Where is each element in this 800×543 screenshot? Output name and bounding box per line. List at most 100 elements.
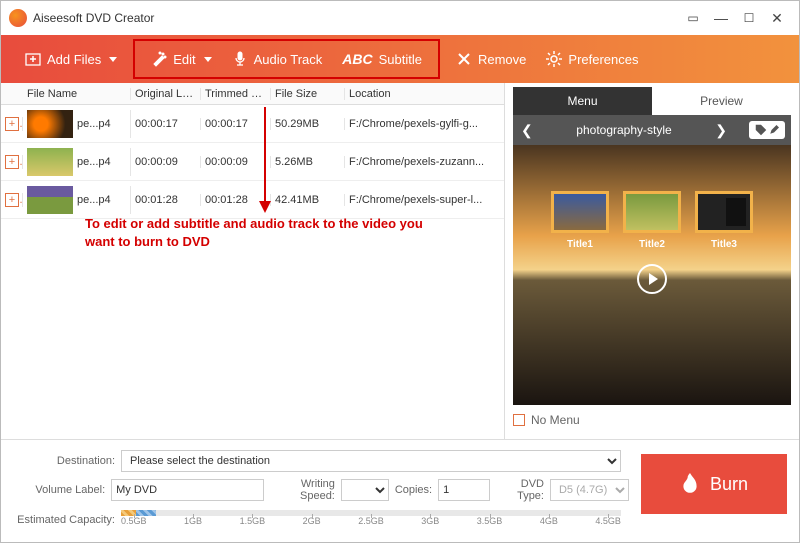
tag-icon [755, 124, 767, 136]
thumbnail [27, 110, 73, 138]
pencil-icon [769, 125, 779, 135]
bottom-panel: Destination: Please select the destinati… [1, 439, 799, 542]
annotation-arrow-icon [255, 107, 275, 217]
col-file-size[interactable]: File Size [271, 88, 345, 100]
output-settings: Destination: Please select the destinati… [13, 450, 629, 532]
edit-button[interactable]: Edit [141, 45, 221, 73]
main-area: File Name Original Leng Trimmed Len File… [1, 83, 799, 439]
highlighted-edit-group: Edit Audio Track ABC Subtitle [133, 39, 440, 79]
dvd-type-label: DVD Type: [496, 478, 544, 502]
destination-label: Destination: [13, 455, 115, 467]
file-size: 50.29MB [271, 118, 345, 130]
menu-thumb-icon [695, 191, 753, 233]
file-location: F:/Chrome/pexels-gylfi-g... [345, 118, 504, 130]
burn-button[interactable]: Burn [641, 454, 787, 514]
no-menu-label: No Menu [531, 413, 580, 427]
menu-title-label: Title3 [711, 239, 737, 250]
add-files-icon [25, 51, 41, 67]
menu-title-1[interactable]: Title1 [551, 191, 609, 250]
audio-track-button[interactable]: Audio Track [222, 45, 333, 73]
col-original-length[interactable]: Original Leng [131, 88, 201, 100]
menu-thumb-icon [623, 191, 681, 233]
close-icon[interactable]: ✕ [763, 10, 791, 27]
maximize-icon[interactable]: ☐ [735, 11, 763, 25]
writing-speed-select[interactable] [341, 479, 389, 501]
writing-speed-label: Writing Speed: [270, 478, 335, 502]
abc-icon: ABC [342, 51, 372, 67]
col-file-name[interactable]: File Name [23, 88, 131, 100]
menu-title-label: Title2 [639, 239, 665, 250]
table-row[interactable]: + pe...p4 00:00:17 00:00:17 50.29MB F:/C… [1, 105, 504, 143]
minimize-icon[interactable]: — [707, 10, 735, 26]
file-location: F:/Chrome/pexels-super-l... [345, 194, 504, 206]
volume-label-label: Volume Label: [13, 484, 105, 496]
magic-wand-icon [151, 51, 167, 67]
copies-stepper[interactable] [438, 479, 490, 501]
edit-label: Edit [173, 52, 195, 67]
col-trimmed-length[interactable]: Trimmed Len [201, 88, 271, 100]
expand-icon[interactable]: + [5, 155, 19, 169]
dvd-type-select[interactable]: D5 (4.7G) [550, 479, 629, 501]
file-list-panel: File Name Original Leng Trimmed Len File… [1, 83, 505, 439]
expand-icon[interactable]: + [5, 117, 19, 131]
menu-title-3[interactable]: Title3 [695, 191, 753, 250]
tab-preview[interactable]: Preview [652, 87, 791, 115]
flame-icon [680, 473, 700, 495]
toolbar: Add Files Edit Audio Track ABC Subtitle … [1, 35, 799, 83]
tab-menu[interactable]: Menu [513, 87, 652, 115]
original-length: 00:00:17 [131, 118, 201, 130]
burn-label: Burn [710, 474, 748, 495]
add-files-label: Add Files [47, 52, 101, 67]
subtitle-label: Subtitle [379, 52, 422, 67]
gear-icon [546, 51, 562, 67]
file-name: pe...p4 [77, 156, 111, 168]
remove-label: Remove [478, 52, 526, 67]
menu-preview: Title1 Title2 Title3 [513, 145, 791, 405]
thumbnail [27, 186, 73, 214]
checkbox-icon [513, 414, 525, 426]
chevron-down-icon [109, 57, 117, 62]
microphone-icon [232, 51, 248, 67]
capacity-meter: 0.5GB1GB1.5GB2GB2.5GB3GB3.5GB4GB4.5GB [121, 508, 621, 532]
menu-style-bar: ❮ photography-style ❯ [513, 115, 791, 145]
app-window: Aiseesoft DVD Creator ▭ — ☐ ✕ Add Files … [0, 0, 800, 543]
play-button[interactable] [637, 264, 667, 294]
compact-icon[interactable]: ▭ [679, 11, 707, 25]
col-location[interactable]: Location [345, 88, 504, 100]
chevron-left-icon[interactable]: ❮ [513, 122, 541, 139]
capacity-ticks: 0.5GB1GB1.5GB2GB2.5GB3GB3.5GB4GB4.5GB [121, 516, 621, 526]
app-title: Aiseesoft DVD Creator [33, 11, 679, 25]
preferences-button[interactable]: Preferences [536, 45, 648, 73]
volume-label-input[interactable] [111, 479, 264, 501]
preview-tabs: Menu Preview [513, 87, 791, 115]
chevron-right-icon[interactable]: ❯ [707, 122, 735, 139]
subtitle-button[interactable]: ABC Subtitle [332, 45, 432, 73]
file-name: pe...p4 [77, 194, 111, 206]
menu-thumbs: Title1 Title2 Title3 [551, 191, 753, 250]
expand-icon[interactable]: + [5, 193, 19, 207]
original-length: 00:00:09 [131, 156, 201, 168]
table-header: File Name Original Leng Trimmed Len File… [1, 83, 504, 105]
destination-select[interactable]: Please select the destination [121, 450, 621, 472]
menu-title-label: Title1 [567, 239, 593, 250]
app-logo-icon [9, 9, 27, 27]
file-location: F:/Chrome/pexels-zuzann... [345, 156, 504, 168]
chevron-down-icon [204, 57, 212, 62]
preview-panel: Menu Preview ❮ photography-style ❯ Title… [505, 83, 799, 439]
file-name: pe...p4 [77, 118, 111, 130]
menu-title-2[interactable]: Title2 [623, 191, 681, 250]
x-icon [456, 51, 472, 67]
annotation-text: To edit or add subtitle and audio track … [85, 215, 435, 250]
edit-menu-button[interactable] [749, 121, 785, 139]
menu-style-name: photography-style [555, 123, 694, 137]
titlebar: Aiseesoft DVD Creator ▭ — ☐ ✕ [1, 1, 799, 35]
table-row[interactable]: + pe...p4 00:01:28 00:01:28 42.41MB F:/C… [1, 181, 504, 219]
no-menu-checkbox[interactable]: No Menu [513, 413, 791, 427]
remove-button[interactable]: Remove [446, 45, 536, 73]
preferences-label: Preferences [568, 52, 638, 67]
table-row[interactable]: + pe...p4 00:00:09 00:00:09 5.26MB F:/Ch… [1, 143, 504, 181]
file-size: 5.26MB [271, 156, 345, 168]
thumbnail [27, 148, 73, 176]
add-files-button[interactable]: Add Files [15, 45, 127, 73]
audio-track-label: Audio Track [254, 52, 323, 67]
